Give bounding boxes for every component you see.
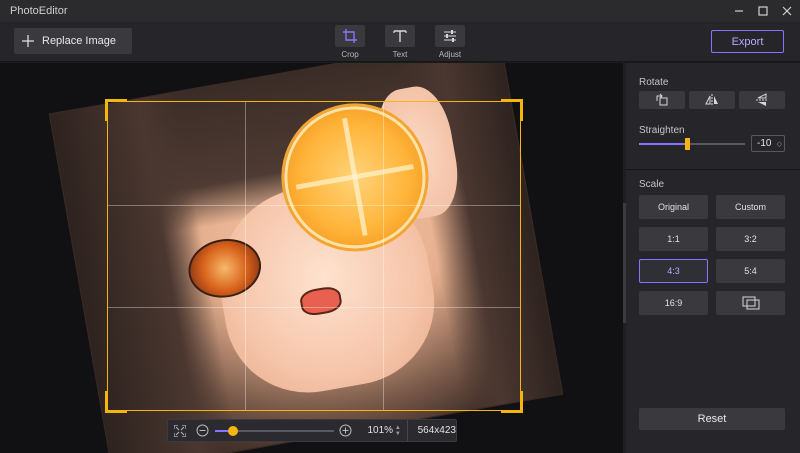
main-toolbar: Replace Image Crop Text Adjust Export (0, 22, 800, 62)
zoom-in-icon (339, 424, 352, 437)
scale-option-original[interactable]: Original (639, 195, 708, 219)
crop-edge-top[interactable] (108, 101, 520, 102)
crop-grid-line (108, 204, 520, 206)
crop-edge-right[interactable] (520, 102, 521, 410)
scale-option-4-3[interactable]: 4:3 (639, 259, 708, 283)
straighten-stepper-icon[interactable]: ◇ (777, 140, 782, 148)
scale-title: Scale (639, 179, 665, 190)
panel-divider (626, 169, 800, 170)
close-button[interactable] (776, 0, 798, 22)
zoom-slider-knob[interactable] (227, 425, 238, 436)
screen-ratio-icon (742, 296, 759, 310)
flip-vertical-icon (756, 93, 768, 106)
maximize-icon (758, 6, 768, 16)
zoom-percent: 101% (367, 425, 394, 436)
scale-option-1-1[interactable]: 1:1 (639, 227, 708, 251)
crop-handle-bottom-left[interactable] (105, 391, 127, 413)
fit-screen-icon (173, 424, 186, 437)
crop-grid-line (245, 102, 247, 410)
tool-text-label: Text (392, 50, 408, 59)
zoom-out-icon (196, 424, 209, 437)
zoom-bar: 101% ▲ ▼ 564x423 (167, 419, 457, 442)
zoom-divider (406, 420, 408, 441)
crop-handle-bottom-right[interactable] (501, 391, 523, 413)
scale-option-screen[interactable] (716, 291, 785, 315)
minimize-icon (735, 10, 743, 12)
rotate-90-icon (656, 93, 668, 106)
straighten-slider[interactable] (639, 138, 745, 150)
straighten-slider-fill (639, 143, 687, 145)
scale-option-16-9[interactable]: 16:9 (639, 291, 708, 315)
zoom-stepper[interactable]: ▲ ▼ (393, 423, 403, 439)
chevron-down-icon[interactable]: ▼ (395, 431, 401, 437)
rotate-title: Rotate (639, 77, 669, 88)
tool-crop-label: Crop (341, 50, 359, 59)
crop-frame[interactable] (105, 99, 523, 413)
text-icon (385, 25, 415, 47)
maximize-button[interactable] (752, 0, 774, 22)
adjust-sliders-icon (435, 25, 465, 47)
app-title: PhotoEditor (10, 5, 68, 17)
reset-button[interactable]: Reset (639, 408, 785, 430)
crop-icon (335, 25, 365, 47)
replace-image-label: Replace Image (42, 35, 116, 47)
title-bar: PhotoEditor (0, 0, 800, 22)
image-canvas[interactable] (0, 63, 623, 453)
flip-horizontal-button[interactable] (689, 91, 735, 109)
zoom-slider[interactable] (214, 425, 335, 436)
scale-option-custom[interactable]: Custom (716, 195, 785, 219)
tool-adjust[interactable]: Adjust (433, 25, 467, 63)
tool-text[interactable]: Text (383, 25, 417, 63)
crop-edge-bottom[interactable] (108, 410, 520, 411)
fit-screen-button[interactable] (170, 420, 189, 441)
straighten-slider-knob[interactable] (684, 138, 690, 150)
crop-handle-top-left[interactable] (105, 99, 127, 121)
crop-grid-line (108, 307, 520, 309)
tool-crop[interactable]: Crop (333, 25, 367, 63)
replace-image-button[interactable]: Replace Image (14, 28, 132, 54)
minimize-button[interactable] (728, 0, 750, 22)
flip-vertical-button[interactable] (739, 91, 785, 109)
window-controls (728, 0, 800, 22)
tool-adjust-label: Adjust (438, 50, 462, 59)
close-icon (782, 6, 792, 16)
crop-grid-line (382, 102, 384, 410)
zoom-out-button[interactable] (195, 423, 210, 439)
rotate-90-button[interactable] (639, 91, 685, 109)
straighten-title: Straighten (639, 125, 685, 136)
zoom-in-button[interactable] (338, 423, 353, 439)
plus-icon (14, 35, 42, 47)
straighten-value-field[interactable]: -10 ◇ (751, 135, 785, 152)
crop-handle-top-right[interactable] (501, 99, 523, 121)
export-button[interactable]: Export (711, 30, 784, 53)
crop-settings-panel: Rotate Straighten -10 ◇ Scale Original Cu… (626, 63, 800, 453)
crop-edge-left[interactable] (107, 102, 108, 410)
flip-horizontal-icon (705, 94, 718, 106)
scale-option-5-4[interactable]: 5:4 (716, 259, 785, 283)
image-dimensions: 564x423 (417, 425, 456, 436)
straighten-value: -10 (757, 138, 772, 149)
scale-option-3-2[interactable]: 3:2 (716, 227, 785, 251)
